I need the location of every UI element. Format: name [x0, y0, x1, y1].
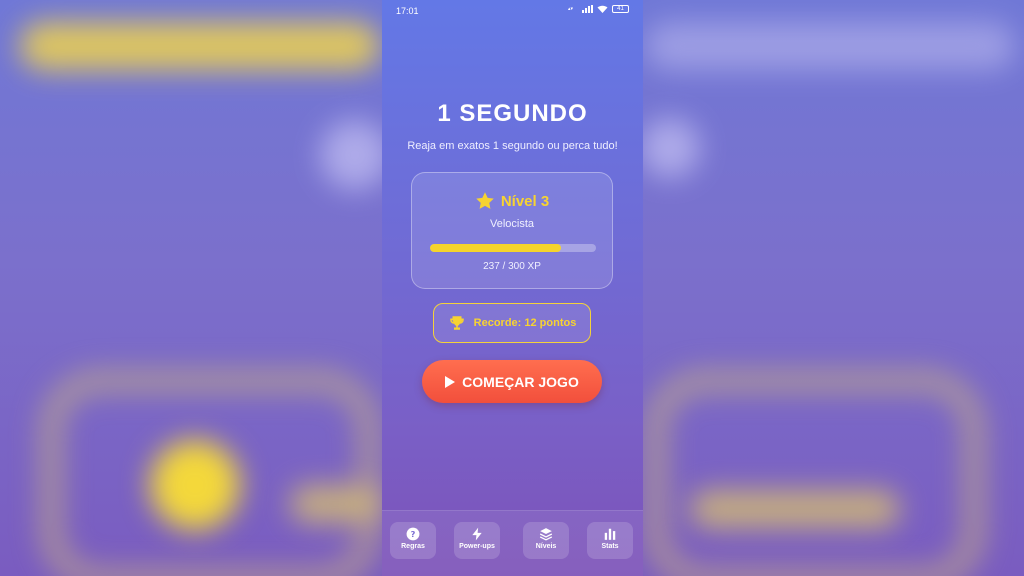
play-icon [445, 375, 456, 388]
game-title: 1 SEGUNDO [437, 100, 588, 127]
trophy-icon [449, 316, 464, 330]
status-icons: ▴▾ 41 [568, 5, 629, 13]
bottom-nav: ? Regras Power-ups Níveis Stats [382, 510, 643, 576]
layers-icon [539, 528, 553, 541]
status-time: 17:01 [396, 6, 419, 16]
level-row: Nível 3 [412, 191, 612, 211]
xp-text: 237 / 300 XP [483, 261, 541, 272]
start-game-button[interactable]: COMEÇAR JOGO [422, 360, 602, 403]
signal-icon [582, 5, 593, 13]
network-icon: ▴▾ [568, 5, 574, 12]
battery-icon: 41 [612, 5, 629, 13]
wifi-icon [597, 5, 608, 13]
phone-screen: 17:01 ▴▾ 41 1 SEGUNDO Reaja em exatos 1 … [382, 0, 643, 576]
nav-item-stats[interactable]: Stats [587, 522, 633, 559]
level-label: Nível 3 [500, 192, 550, 210]
nav-label: Regras [401, 543, 425, 550]
svg-text:?: ? [411, 529, 416, 539]
game-subtitle: Reaja em exatos 1 segundo ou perca tudo! [407, 140, 618, 152]
bolt-icon [472, 527, 482, 541]
start-game-label: COMEÇAR JOGO [462, 373, 579, 390]
nav-label: Stats [601, 543, 619, 550]
star-icon [476, 192, 494, 209]
level-card: Nível 3 Velocista 237 / 300 XP [411, 172, 613, 289]
status-bar: 17:01 ▴▾ 41 [382, 0, 643, 22]
xp-progress-fill [430, 244, 562, 252]
help-icon: ? [406, 527, 420, 541]
record-badge: Recorde: 12 pontos [433, 303, 591, 343]
nav-item-power-ups[interactable]: Power-ups [454, 522, 500, 559]
nav-item-regras[interactable]: ? Regras [390, 522, 436, 559]
rank-label: Velocista [489, 218, 535, 230]
xp-progress-bar [430, 244, 596, 252]
nav-label: Níveis [535, 543, 557, 550]
bar-chart-icon [604, 528, 616, 540]
nav-item-niveis[interactable]: Níveis [523, 522, 569, 559]
record-label: Recorde: 12 pontos [473, 317, 577, 329]
nav-label: Power-ups [459, 543, 495, 550]
